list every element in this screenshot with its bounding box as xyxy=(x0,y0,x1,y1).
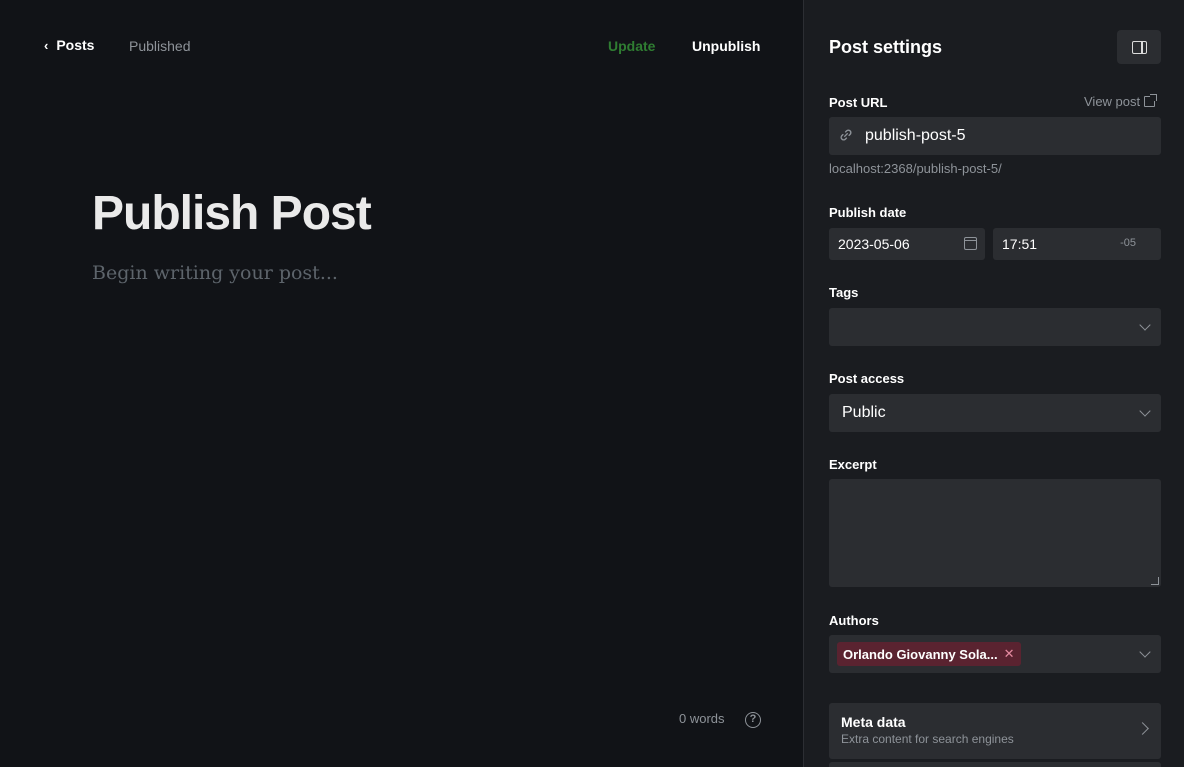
post-url-input[interactable]: publish-post-5 xyxy=(829,117,1161,155)
post-body-editor[interactable]: Begin writing your post... xyxy=(92,262,338,284)
post-status-label: Published xyxy=(129,38,191,54)
publish-time-value: 17:51 xyxy=(1002,236,1038,252)
update-button[interactable]: Update xyxy=(608,38,655,54)
help-icon[interactable]: ? xyxy=(745,712,761,728)
excerpt-textarea[interactable] xyxy=(829,479,1161,587)
calendar-icon[interactable] xyxy=(964,237,977,250)
authors-select[interactable]: Orlando Giovanny Sola... ✕ xyxy=(829,635,1161,673)
editor-area: ‹ Posts Published Update Unpublish Publi… xyxy=(0,0,803,767)
publish-time-input[interactable]: 17:51 -05 xyxy=(993,228,1161,260)
unpublish-button[interactable]: Unpublish xyxy=(692,38,760,54)
chevron-down-icon xyxy=(1139,405,1151,417)
publish-date-input[interactable]: 2023-05-06 xyxy=(829,228,985,260)
excerpt-label: Excerpt xyxy=(829,457,877,472)
view-post-label: View post xyxy=(1084,94,1141,109)
post-access-select[interactable]: Public xyxy=(829,394,1161,432)
publish-date-value: 2023-05-06 xyxy=(838,236,910,252)
remove-author-icon[interactable]: ✕ xyxy=(1004,646,1015,662)
meta-data-subtitle: Extra content for search engines xyxy=(841,732,1014,746)
chevron-left-icon: ‹ xyxy=(44,37,49,53)
resize-handle-icon[interactable] xyxy=(1151,577,1159,585)
post-url-value: publish-post-5 xyxy=(865,127,966,144)
back-link-label: Posts xyxy=(56,37,95,53)
post-url-label: Post URL xyxy=(829,95,888,110)
post-settings-panel: Post settings Post URL View post publish… xyxy=(803,0,1184,767)
post-title-input[interactable]: Publish Post xyxy=(92,186,372,241)
external-link-icon xyxy=(1144,94,1158,107)
chevron-right-icon xyxy=(1136,722,1149,735)
word-count: 0 words xyxy=(679,711,725,726)
sidebar-toggle-icon xyxy=(1131,40,1147,54)
meta-data-card[interactable]: Meta data Extra content for search engin… xyxy=(829,703,1161,759)
timezone-offset: -05 xyxy=(1120,237,1136,249)
author-name: Orlando Giovanny Sola... xyxy=(843,646,998,662)
publish-date-label: Publish date xyxy=(829,205,907,220)
post-access-label: Post access xyxy=(829,371,905,386)
view-post-link[interactable]: View post xyxy=(1084,94,1158,109)
editor-topbar: ‹ Posts Published Update Unpublish xyxy=(0,0,803,94)
author-tag: Orlando Giovanny Sola... ✕ xyxy=(837,642,1021,666)
settings-title: Post settings xyxy=(829,37,943,57)
post-access-value: Public xyxy=(842,404,886,421)
authors-label: Authors xyxy=(829,613,879,628)
meta-data-title: Meta data xyxy=(841,714,906,730)
chevron-down-icon xyxy=(1139,319,1151,331)
toggle-sidebar-button[interactable] xyxy=(1117,30,1161,64)
post-url-hint: localhost:2368/publish-post-5/ xyxy=(829,161,1002,176)
tags-select[interactable] xyxy=(829,308,1161,346)
back-to-posts-link[interactable]: ‹ Posts xyxy=(44,37,94,53)
next-settings-card[interactable] xyxy=(829,762,1161,767)
tags-label: Tags xyxy=(829,285,859,300)
link-icon xyxy=(840,129,852,141)
chevron-down-icon xyxy=(1139,646,1151,658)
